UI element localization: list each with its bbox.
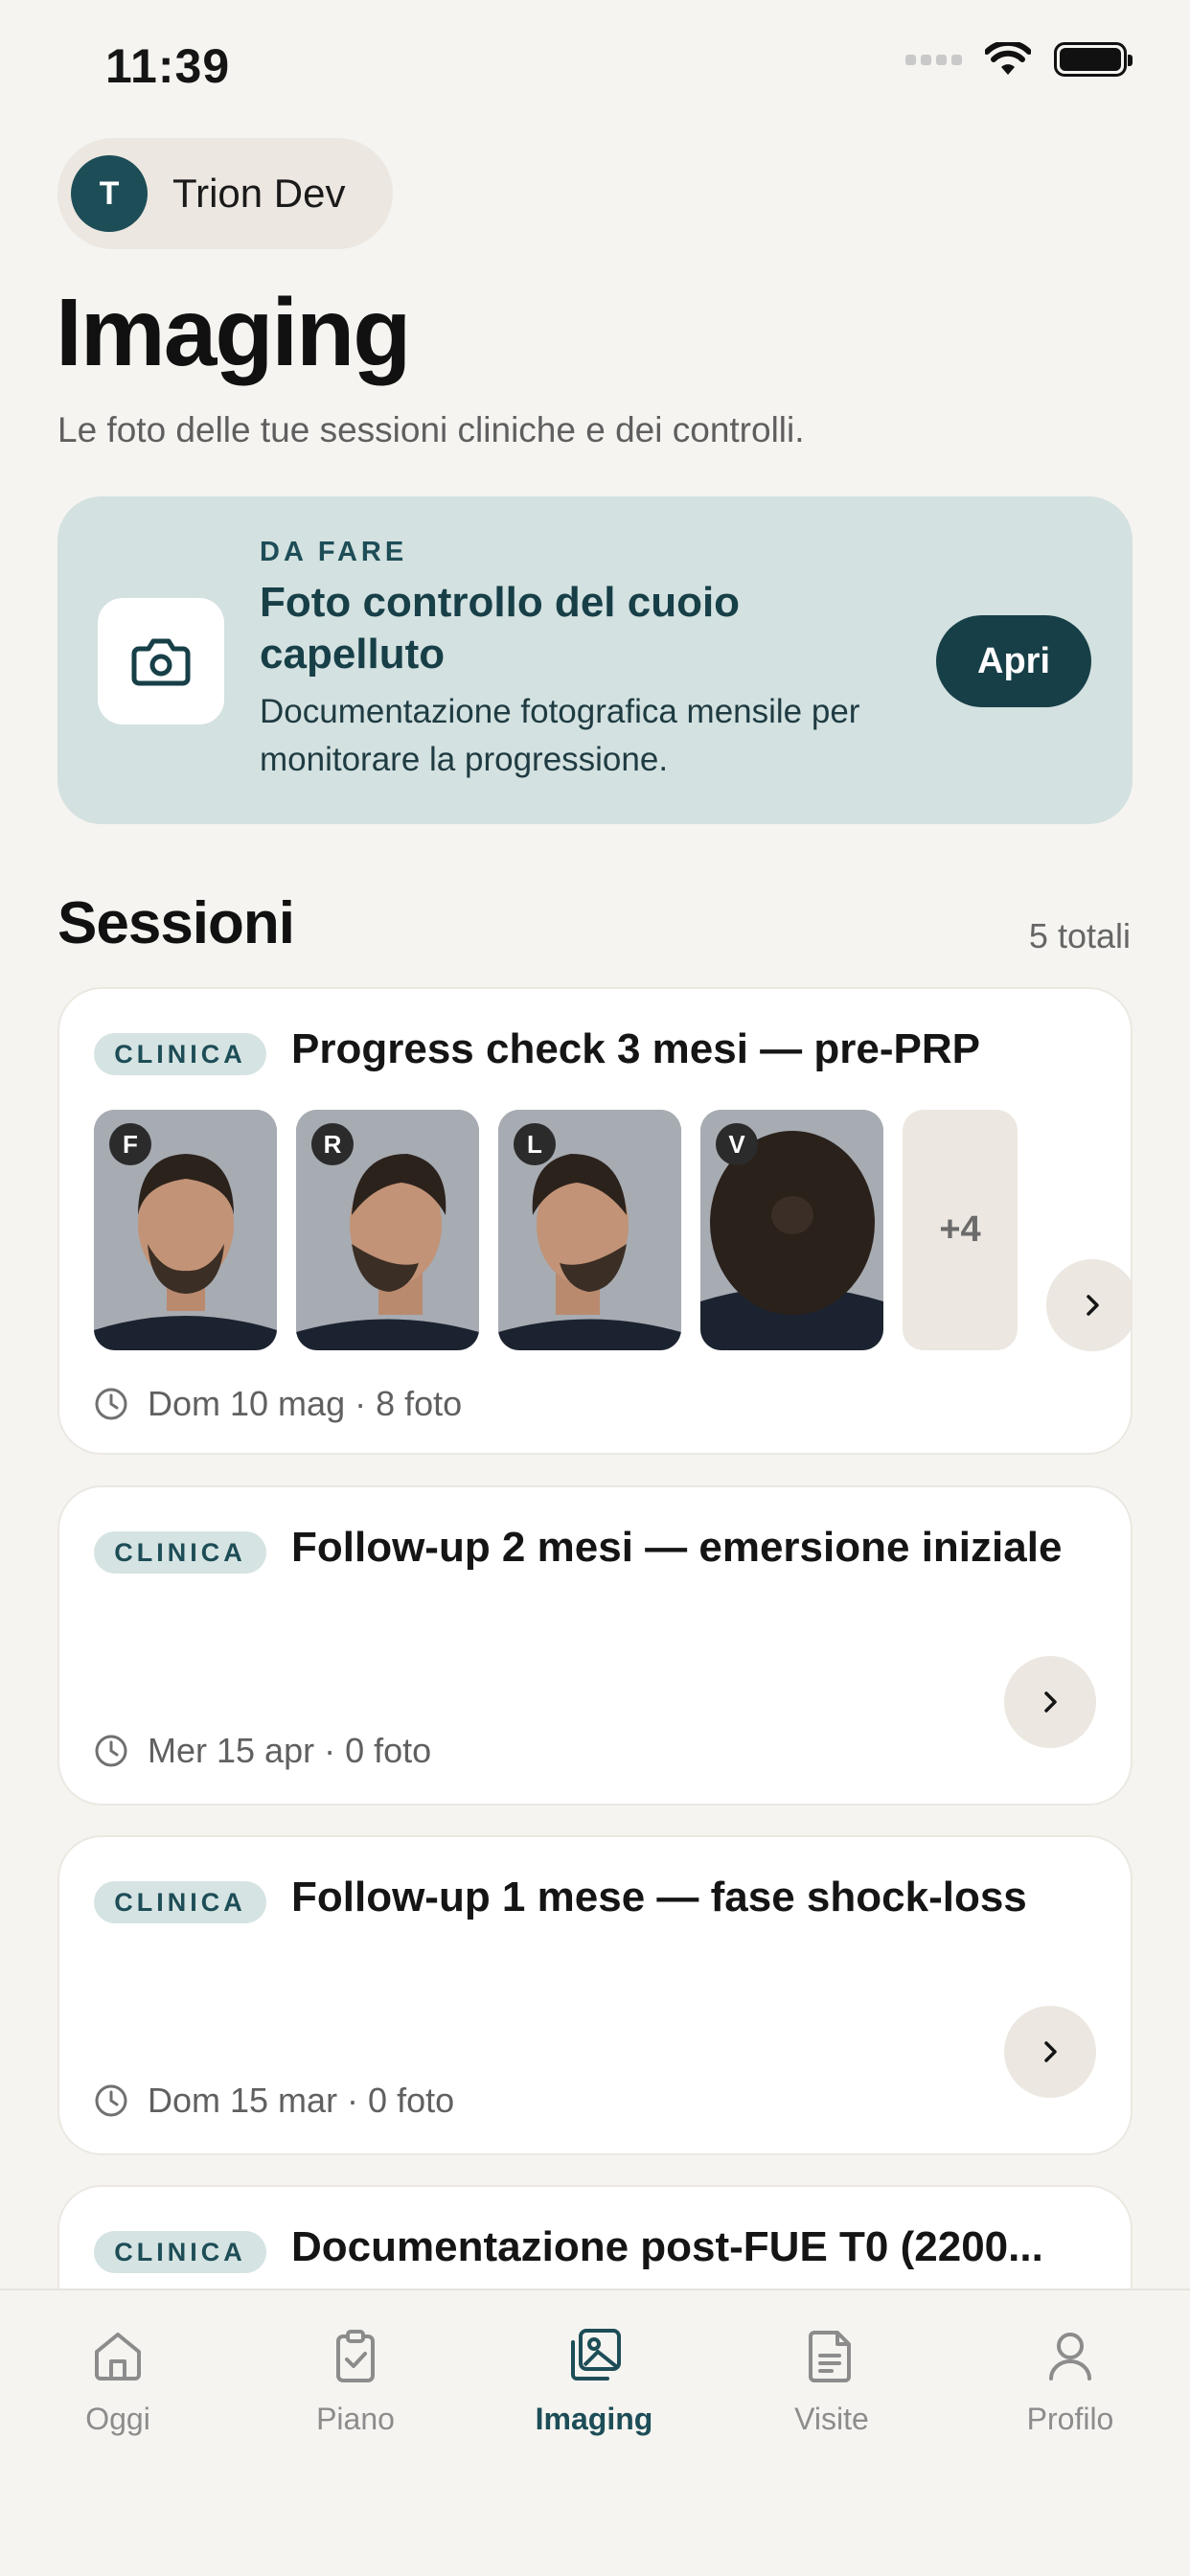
account-name: Trion Dev xyxy=(172,171,346,216)
camera-icon xyxy=(131,638,191,686)
open-session-button[interactable] xyxy=(1004,1656,1096,1748)
photo-thumbnail-front[interactable]: F xyxy=(94,1110,277,1350)
open-session-button[interactable] xyxy=(1046,1259,1131,1351)
status-icons xyxy=(905,42,1133,77)
images-icon xyxy=(571,2329,621,2380)
session-card[interactable]: CLINICA Progress check 3 mesi — pre-PRP … xyxy=(57,987,1133,1455)
session-badge: CLINICA xyxy=(94,2231,266,2273)
tab-piano[interactable]: Piano xyxy=(260,2325,451,2437)
page-title: Imaging xyxy=(56,279,411,386)
photo-strip: F R L V +4 xyxy=(94,1110,1018,1350)
photo-thumbnail-right[interactable]: R xyxy=(296,1110,479,1350)
tab-bar: Oggi Piano Imaging Visite Profilo xyxy=(0,2288,1190,2576)
clock-icon xyxy=(95,2084,127,2117)
session-date: Mer 15 apr · 0 foto xyxy=(148,1731,432,1770)
session-badge: CLINICA xyxy=(94,1881,266,1923)
thumbnail-label: F xyxy=(109,1123,151,1165)
task-description: Documentazione fotografica mensile per m… xyxy=(260,693,860,778)
session-meta: Dom 10 mag · 8 foto xyxy=(94,1384,462,1424)
status-time: 11:39 xyxy=(105,39,231,93)
tab-imaging[interactable]: Imaging xyxy=(498,2325,690,2437)
tab-profilo[interactable]: Profilo xyxy=(974,2325,1166,2437)
photo-thumbnail-left[interactable]: L xyxy=(498,1110,681,1350)
session-title: Follow-up 2 mesi — emersione iniziale xyxy=(291,1524,1063,1571)
tab-visite[interactable]: Visite xyxy=(736,2325,927,2437)
tab-label: Piano xyxy=(316,2402,395,2436)
chevron-right-icon xyxy=(1044,2041,1057,2062)
account-switcher[interactable]: T Trion Dev xyxy=(57,138,393,249)
session-badge: CLINICA xyxy=(94,1033,266,1075)
user-icon xyxy=(1049,2333,1091,2380)
session-title: Follow-up 1 mese — fase shock-loss xyxy=(291,1874,1027,1920)
thumbnail-label: R xyxy=(311,1123,354,1165)
session-badge: CLINICA xyxy=(94,1531,266,1574)
session-card[interactable]: CLINICA Follow-up 1 mese — fase shock-lo… xyxy=(57,1835,1133,2155)
tab-label: Profilo xyxy=(1026,2402,1114,2436)
session-meta: Dom 15 mar · 0 foto xyxy=(94,2081,454,2121)
status-bar: 11:39 xyxy=(0,0,1190,134)
page-subtitle: Le foto delle tue sessioni cliniche e de… xyxy=(57,410,805,449)
clipboard-check-icon xyxy=(336,2330,375,2382)
sessions-count: 5 totali xyxy=(1028,916,1131,955)
clock-icon xyxy=(95,1388,127,1420)
tab-label: Imaging xyxy=(535,2402,653,2436)
more-photos-tile[interactable]: +4 xyxy=(903,1110,1018,1350)
battery-icon xyxy=(1054,42,1133,77)
open-task-button[interactable]: Apri xyxy=(936,615,1091,707)
avatar: T xyxy=(71,155,148,232)
task-icon-box xyxy=(98,598,224,724)
tab-oggi[interactable]: Oggi xyxy=(22,2325,214,2437)
sessions-title: Sessioni xyxy=(57,890,295,956)
session-card[interactable]: CLINICA Follow-up 2 mesi — emersione ini… xyxy=(57,1485,1133,1806)
cellular-signal-icon xyxy=(905,54,962,65)
session-meta: Mer 15 apr · 0 foto xyxy=(94,1731,431,1771)
home-icon xyxy=(95,2333,141,2380)
thumbnail-label: L xyxy=(514,1123,556,1165)
task-eyebrow: DA FARE xyxy=(260,537,408,567)
tab-label: Oggi xyxy=(85,2402,150,2436)
document-icon xyxy=(809,2331,851,2382)
session-date: Dom 15 mar · 0 foto xyxy=(148,2081,455,2120)
session-title: Progress check 3 mesi — pre-PRP xyxy=(291,1025,980,1072)
chevron-right-icon xyxy=(1044,1691,1057,1713)
photo-thumbnail-vertex[interactable]: V xyxy=(700,1110,883,1350)
tab-label: Visite xyxy=(794,2402,869,2436)
task-title: Foto controllo del cuoio capelluto xyxy=(260,579,741,678)
chevron-right-icon xyxy=(1087,1295,1099,1316)
wifi-icon xyxy=(985,42,1031,75)
session-date: Dom 10 mag · 8 foto xyxy=(148,1384,463,1423)
clock-icon xyxy=(95,1735,127,1767)
session-title: Documentazione post-FUE T0 (2200... xyxy=(291,2223,1043,2270)
thumbnail-label: V xyxy=(716,1123,758,1165)
task-card[interactable]: DA FARE Foto controllo del cuoio capellu… xyxy=(57,496,1133,824)
open-session-button[interactable] xyxy=(1004,2006,1096,2098)
